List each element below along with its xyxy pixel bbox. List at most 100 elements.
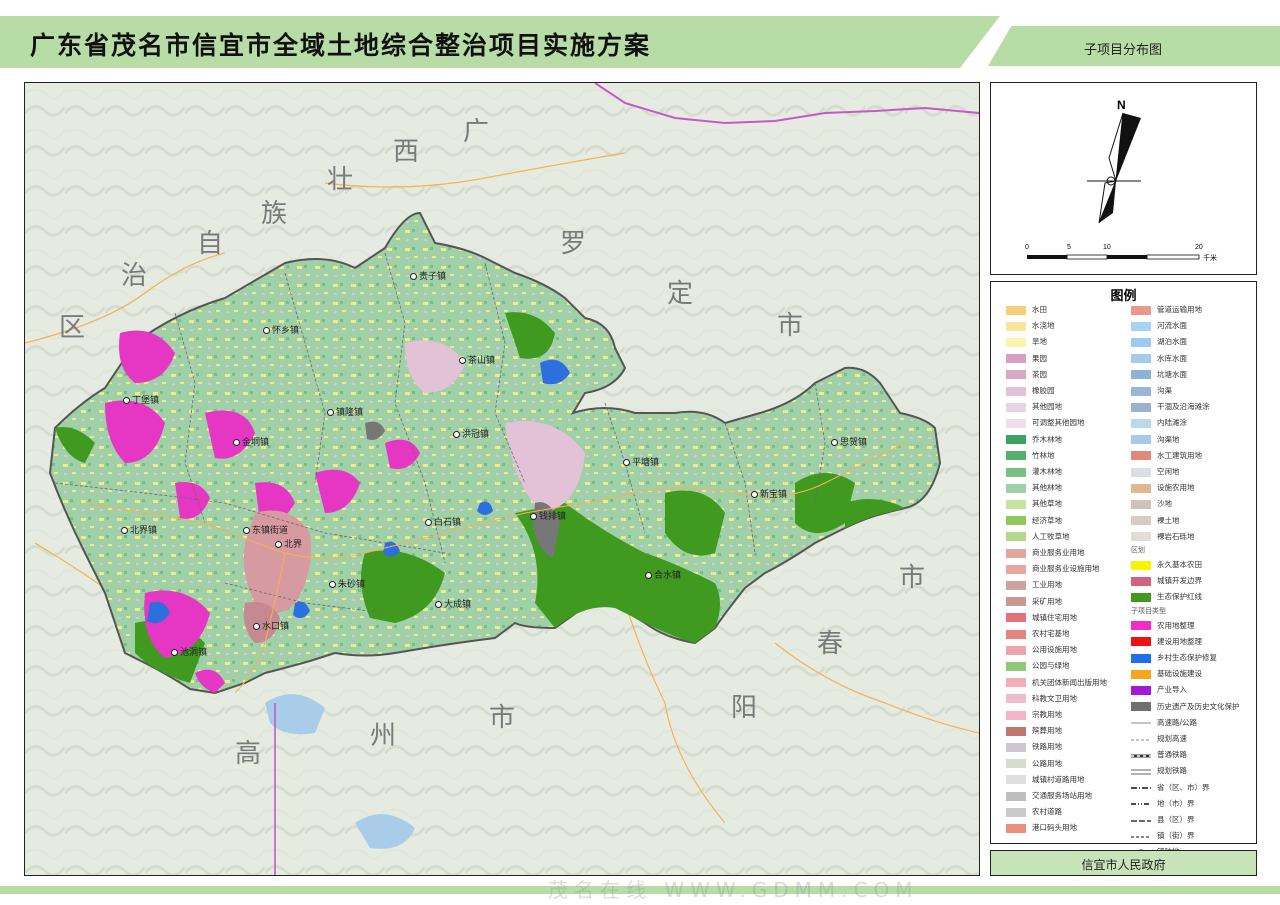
- label-shi-gaozhou: 市: [489, 703, 516, 733]
- legend-item-left-30-label: 交通服务场站用地: [1032, 791, 1092, 800]
- legend-item-left-31: 农村道路: [1006, 806, 1062, 820]
- legend-item-right-12-label: 沙地: [1157, 499, 1172, 509]
- legend-item-left-32-swatch: [1006, 823, 1026, 833]
- legend-item-basic-1-label: 城镇开发边界: [1157, 576, 1202, 586]
- town-baishi[interactable]: 白石镇: [425, 515, 461, 528]
- legend-item-left-3-label: 果园: [1032, 353, 1047, 363]
- legend-item-line-4: 省（区、市）界: [1131, 782, 1210, 796]
- legend-item-left-22: 公园与绿地: [1006, 660, 1070, 674]
- legend-item-right-1: 河流水面: [1131, 320, 1187, 334]
- town-qianpai[interactable]: 钱排镇: [530, 509, 566, 522]
- label-guang: 广: [463, 117, 490, 147]
- legend-item-right-3-label: 水库水面: [1157, 353, 1187, 363]
- legend-item-left-9-label: 竹林地: [1032, 450, 1055, 460]
- legend-item-left-6-label: 其他园地: [1032, 402, 1062, 412]
- town-heshui[interactable]: 合水镇: [645, 568, 681, 581]
- legend-item-left-11: 其他林地: [1006, 482, 1062, 496]
- legend-item-left-9: 竹林地: [1006, 450, 1055, 464]
- legend-item-left-29: 城镇村道路用地: [1006, 774, 1085, 788]
- legend-line-symbol-1: [1131, 739, 1151, 740]
- legend-item-right-13-label: 裸土地: [1157, 515, 1180, 525]
- scale-bar: 0 5 10 20 千米: [1025, 244, 1217, 262]
- legend-item-left-21-swatch: [1006, 645, 1026, 655]
- town-sihe[interactable]: 思贺镇: [831, 435, 867, 448]
- watermark: 茂名在线 WWW.GDMM.COM: [548, 878, 919, 902]
- legend-item-left-5: 橡胶园: [1006, 385, 1055, 399]
- legend-item-project-1: 建设用地整理: [1131, 636, 1202, 650]
- town-huaixiang[interactable]: 怀乡镇: [263, 323, 299, 336]
- legend-item-right-7: 内陆滩涂: [1131, 417, 1187, 431]
- town-jindong[interactable]: 金垌镇: [233, 435, 269, 448]
- legend-item-right-9-swatch: [1131, 451, 1151, 461]
- legend-item-left-0-label: 水田: [1032, 305, 1047, 314]
- legend-section-project: 子项目类型: [1131, 606, 1166, 615]
- legend-item-left-30-swatch: [1006, 791, 1026, 801]
- legend-item-left-4-swatch: [1006, 370, 1026, 380]
- legend-item-right-7-swatch: [1131, 418, 1151, 428]
- town-pingtang[interactable]: 平塘镇: [623, 455, 659, 468]
- town-dacheng[interactable]: 大成镇: [435, 597, 471, 610]
- town-xinbao[interactable]: 新宝镇: [751, 487, 787, 500]
- label-gao: 高: [235, 739, 262, 769]
- legend-item-left-0: 水田: [1006, 304, 1047, 318]
- legend-item-line-2-label: 普通铁路: [1157, 750, 1187, 760]
- legend-item-left-24-swatch: [1006, 694, 1026, 704]
- legend-item-left-13-label: 经济草地: [1032, 515, 1062, 525]
- legend-item-basic-1: 城镇开发边界: [1131, 575, 1202, 589]
- map-canvas[interactable]: [25, 83, 979, 875]
- legend-item-left-21: 公用设施用地: [1006, 644, 1077, 658]
- town-dingbao[interactable]: 丁堡镇: [123, 393, 159, 406]
- legend-item-project-4: 产业导入: [1131, 684, 1187, 698]
- legend-item-left-7-label: 可调整其他园地: [1032, 418, 1085, 428]
- town-shuikou[interactable]: 水口镇: [253, 619, 289, 632]
- legend-item-left-28-label: 公路用地: [1032, 758, 1062, 768]
- label-shi-yangchun: 市: [899, 563, 926, 593]
- legend-item-project-5-swatch: [1131, 702, 1151, 712]
- legend-item-basic-0-swatch: [1131, 560, 1151, 570]
- map-frame[interactable]: 广 西 壮 族 自 治 区 罗 定 市 市 春 阳 市 州 高 钱排镇 合水镇 …: [24, 82, 980, 876]
- legend-item-left-11-swatch: [1006, 483, 1026, 493]
- town-dongzhen[interactable]: 东镇街道: [243, 523, 288, 536]
- legend-item-project-1-swatch: [1131, 637, 1151, 647]
- legend-item-basic-2-label: 生态保护红线: [1157, 592, 1202, 602]
- town-beijie-street[interactable]: 北界: [275, 537, 302, 550]
- label-xi: 西: [393, 137, 420, 167]
- town-guizi[interactable]: 贵子镇: [410, 269, 446, 282]
- legend-item-left-2: 旱地: [1006, 336, 1047, 350]
- legend-item-left-27-swatch: [1006, 742, 1026, 752]
- legend-item-left-16: 商业服务业设施用地: [1006, 563, 1100, 577]
- legend-item-left-4: 茶园: [1006, 369, 1047, 383]
- legend-item-right-3: 水库水面: [1131, 353, 1187, 367]
- legend-item-left-27-label: 铁路用地: [1032, 742, 1062, 752]
- legend-item-left-10-label: 灌木林地: [1032, 467, 1062, 476]
- legend-item-project-0-swatch: [1131, 621, 1151, 631]
- legend-item-left-26: 殡葬用地: [1006, 725, 1062, 739]
- legend-item-right-10-label: 空闲地: [1157, 467, 1180, 476]
- town-beijie[interactable]: 北界镇: [121, 523, 157, 536]
- legend-item-basic-1-swatch: [1131, 576, 1151, 586]
- legend-item-left-9-swatch: [1006, 451, 1026, 461]
- legend-item-right-8-swatch: [1131, 435, 1151, 445]
- legend-item-line-6-label: 县（区）界: [1157, 815, 1195, 824]
- legend-item-left-12: 其他草地: [1006, 498, 1062, 512]
- legend-item-left-3-swatch: [1006, 354, 1026, 364]
- legend-item-left-15-swatch: [1006, 548, 1026, 558]
- legend-item-left-20-swatch: [1006, 629, 1026, 639]
- legend-item-left-8-label: 乔木林地: [1032, 434, 1062, 444]
- legend-item-left-11-label: 其他林地: [1032, 483, 1062, 493]
- legend-item-left-23: 机关团体新闻出版用地: [1006, 677, 1107, 691]
- page-title: 广东省茂名市信宜市全域土地综合整治项目实施方案: [30, 31, 652, 60]
- legend-item-left-10: 灌木林地: [1006, 466, 1062, 480]
- legend-item-project-2: 乡村生态保护修复: [1131, 652, 1217, 666]
- town-zhenlong[interactable]: 镇隆镇: [327, 405, 363, 418]
- legend-item-project-5: 历史遗产及历史文化保护: [1131, 701, 1240, 715]
- town-hongguan[interactable]: 洪冠镇: [453, 427, 489, 440]
- town-zhusha[interactable]: 朱砂镇: [329, 577, 365, 590]
- label-luo: 罗: [560, 229, 587, 259]
- legend-item-left-12-swatch: [1006, 499, 1026, 509]
- legend-item-line-6: 县（区）界: [1131, 814, 1195, 828]
- legend-item-right-2: 湖泊水面: [1131, 336, 1187, 350]
- town-chashan[interactable]: 茶山镇: [459, 353, 495, 366]
- town-chidong[interactable]: 池洞镇: [171, 645, 207, 658]
- legend-item-right-5: 沟渠: [1131, 385, 1172, 399]
